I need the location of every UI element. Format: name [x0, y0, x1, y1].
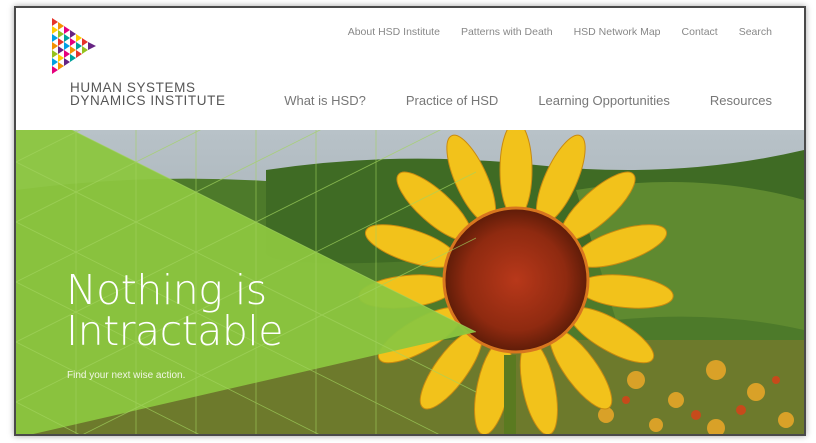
- site-header: HUMAN SYSTEMS DYNAMICS INSTITUTE About H…: [16, 8, 804, 130]
- nav-search[interactable]: Search: [739, 26, 772, 38]
- hero-title: Nothing is Intractable: [66, 266, 284, 355]
- nav-contact[interactable]: Contact: [682, 26, 718, 38]
- hero-title-line-2: Intractable: [66, 307, 284, 355]
- nav-network-map[interactable]: HSD Network Map: [574, 26, 661, 38]
- nav-about[interactable]: About HSD Institute: [348, 26, 440, 38]
- utility-nav: About HSD Institute Patterns with Death …: [348, 26, 772, 38]
- hero-title-line-1: Nothing is: [66, 266, 267, 314]
- nav-resources[interactable]: Resources: [710, 93, 772, 108]
- nav-what-is-hsd[interactable]: What is HSD?: [284, 93, 366, 108]
- logo-triangle-icon[interactable]: [50, 16, 102, 74]
- logo-line-2: DYNAMICS INSTITUTE: [70, 93, 226, 108]
- hero-banner: Nothing is Intractable Find your next wi…: [16, 130, 804, 434]
- logo-wordmark[interactable]: HUMAN SYSTEMS DYNAMICS INSTITUTE: [70, 81, 226, 108]
- nav-learning-opportunities[interactable]: Learning Opportunities: [538, 93, 670, 108]
- nav-patterns-with-death[interactable]: Patterns with Death: [461, 26, 553, 38]
- hero-subtitle: Find your next wise action.: [67, 370, 186, 381]
- nav-practice-of-hsd[interactable]: Practice of HSD: [406, 93, 498, 108]
- browser-frame: HUMAN SYSTEMS DYNAMICS INSTITUTE About H…: [14, 6, 806, 436]
- main-nav: What is HSD? Practice of HSD Learning Op…: [284, 93, 772, 108]
